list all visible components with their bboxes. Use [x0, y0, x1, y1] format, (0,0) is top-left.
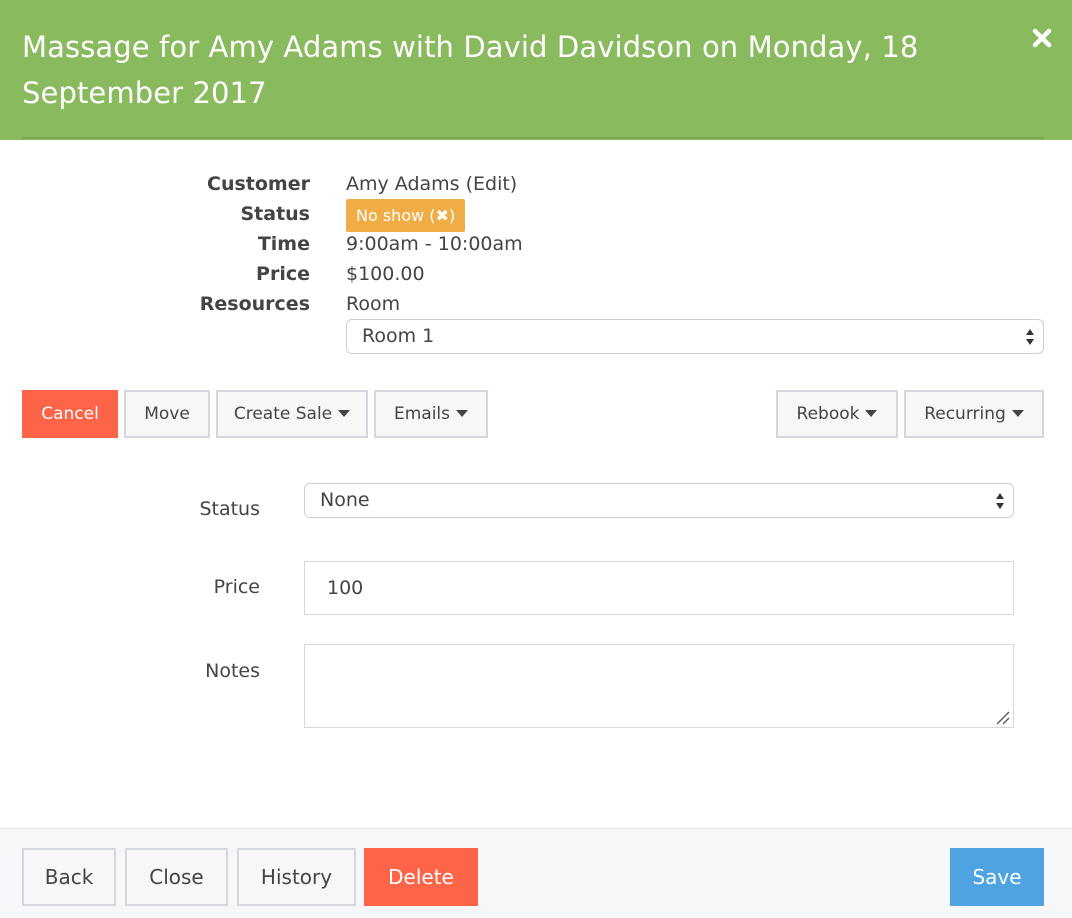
status-badge-text: No show: [356, 206, 425, 225]
resources-value: Room: [346, 293, 401, 315]
move-button[interactable]: Move: [124, 390, 210, 438]
delete-button[interactable]: Delete: [364, 848, 478, 906]
emails-label: Emails: [393, 404, 451, 424]
notes-textarea[interactable]: [304, 644, 1014, 728]
status-badge[interactable]: No show (✖): [346, 199, 466, 232]
cancel-button[interactable]: Cancel: [22, 390, 118, 438]
select-arrows-icon: [996, 493, 1004, 509]
resource-select-value: Room 1: [362, 325, 435, 347]
close-button[interactable]: Close: [125, 848, 228, 906]
caret-down-icon: [865, 410, 878, 417]
status-select[interactable]: None: [304, 483, 1014, 518]
resources-label: Resources: [199, 293, 310, 315]
remove-circle-icon[interactable]: ✖: [436, 199, 449, 232]
history-button[interactable]: History: [237, 848, 356, 906]
back-button[interactable]: Back: [22, 848, 116, 906]
header-divider: [22, 137, 1044, 139]
form-notes-label: Notes: [205, 660, 260, 682]
emails-button[interactable]: Emails: [374, 390, 488, 438]
form-status-label: Status: [199, 498, 260, 520]
create-sale-label: Create Sale: [233, 404, 333, 424]
create-sale-button[interactable]: Create Sale: [216, 390, 368, 438]
price-input[interactable]: [304, 561, 1014, 615]
modal-footer: Back Close History Delete Save: [0, 828, 1072, 918]
recurring-button[interactable]: Recurring: [904, 390, 1044, 438]
rebook-button[interactable]: Rebook: [776, 390, 898, 438]
time-label: Time: [257, 233, 310, 255]
price-label: Price: [256, 263, 310, 285]
caret-down-icon: [338, 410, 351, 417]
rebook-label: Rebook: [796, 404, 860, 424]
customer-label: Customer: [207, 173, 310, 195]
caret-down-icon: [1011, 410, 1024, 417]
time-value: 9:00am - 10:00am: [346, 233, 523, 255]
caret-down-icon: [456, 410, 469, 417]
status-select-value: None: [320, 489, 370, 511]
resource-select[interactable]: Room 1: [346, 319, 1044, 354]
form-price-label: Price: [213, 576, 260, 598]
close-icon[interactable]: [1028, 24, 1056, 52]
save-button[interactable]: Save: [950, 848, 1044, 906]
modal-title: Massage for Amy Adams with David Davidso…: [22, 30, 919, 110]
modal-header: Massage for Amy Adams with David Davidso…: [0, 0, 1072, 140]
resize-grip-icon[interactable]: [994, 709, 1010, 725]
status-label: Status: [240, 203, 310, 225]
customer-value[interactable]: Amy Adams (Edit): [346, 169, 517, 199]
recurring-label: Recurring: [924, 404, 1006, 424]
select-arrows-icon: [1026, 329, 1034, 345]
price-value: $100.00: [346, 263, 425, 285]
